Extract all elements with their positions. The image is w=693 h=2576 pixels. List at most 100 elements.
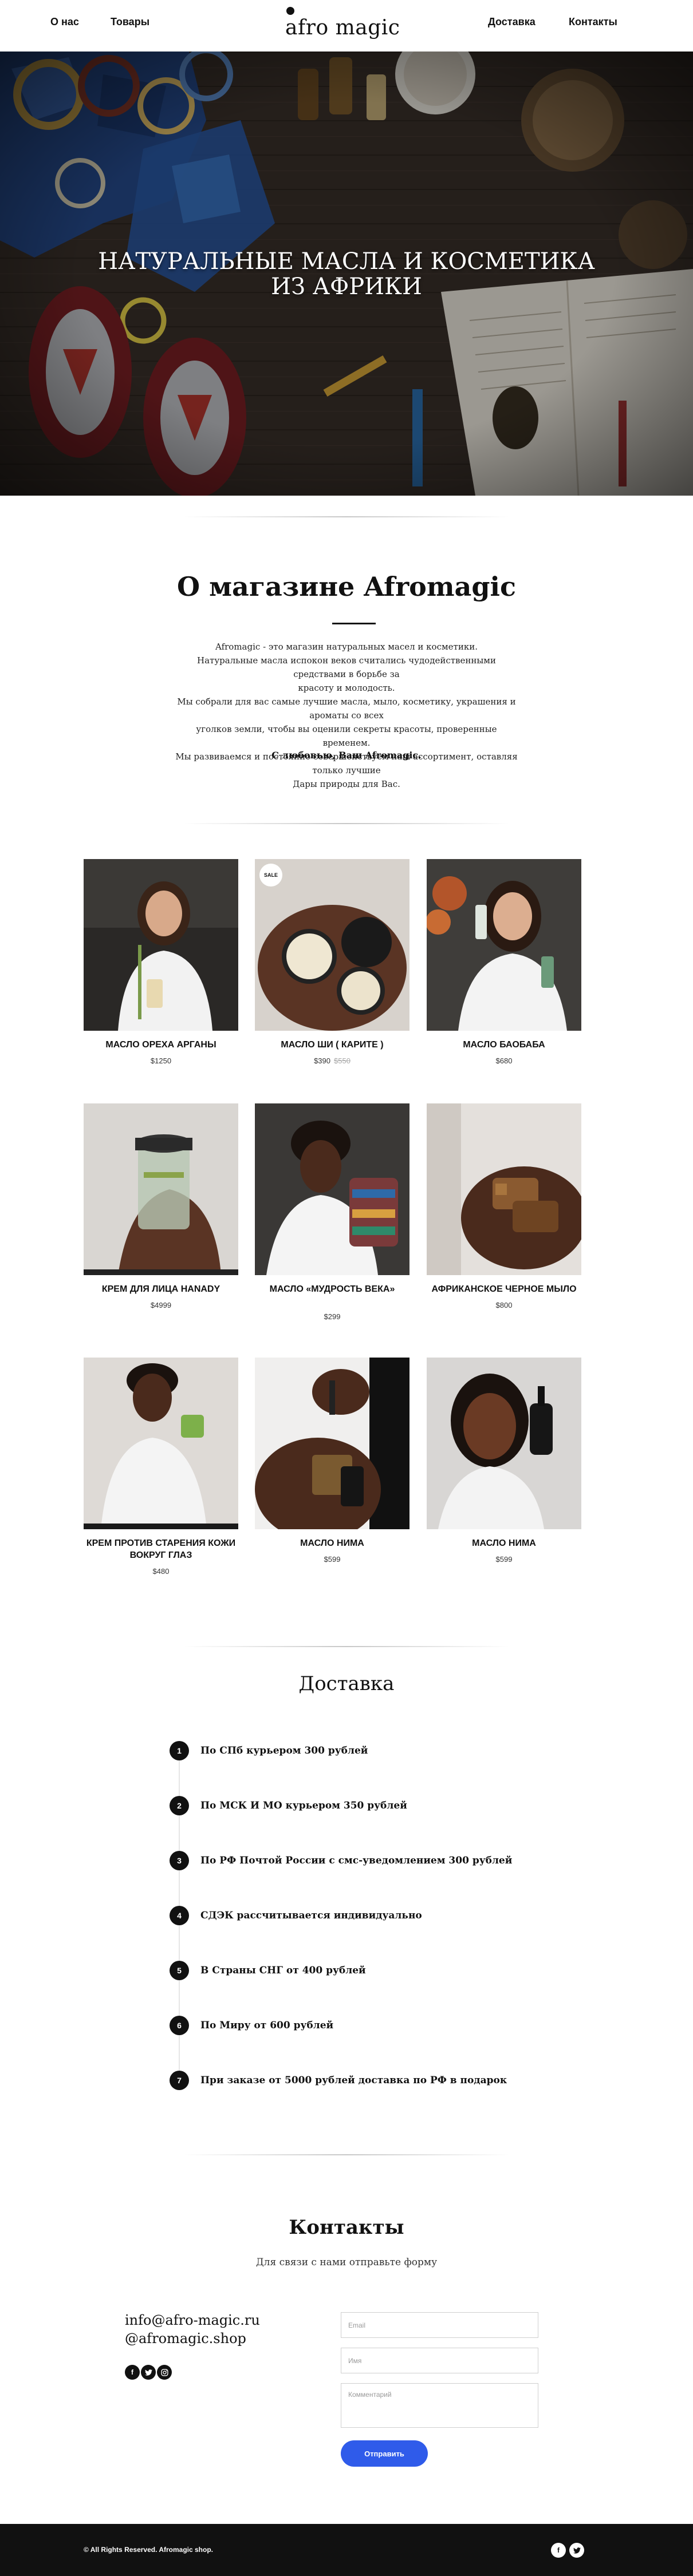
email-field[interactable] — [341, 2312, 538, 2338]
price-current: $299 — [324, 1312, 341, 1321]
step-text: В Страны СНГ от 400 рублей — [200, 1965, 366, 1976]
product-name[interactable]: МАСЛО ШИ ( КАРИТЕ ) — [255, 1039, 410, 1051]
product-price: $4999 — [84, 1301, 238, 1309]
step-number: 3 — [170, 1851, 189, 1870]
price-current: $680 — [495, 1056, 513, 1065]
contact-instagram[interactable]: @afromagic.shop — [125, 2330, 246, 2347]
step-number: 5 — [170, 1961, 189, 1980]
step-text: По СПб курьером 300 рублей — [200, 1745, 368, 1756]
product-card[interactable]: МАСЛО НИМА $599 — [255, 1358, 410, 1564]
section-divider — [183, 516, 510, 517]
product-name[interactable]: МАСЛО ОРЕХА АРГАНЫ — [84, 1039, 238, 1051]
product-card[interactable]: АФРИКАНСКОЕ ЧЕРНОЕ МЫЛО $800 — [427, 1103, 581, 1309]
comment-field[interactable] — [341, 2383, 538, 2428]
instagram-icon[interactable] — [157, 2365, 172, 2380]
product-image[interactable] — [84, 1358, 238, 1529]
product-image[interactable] — [84, 1103, 238, 1275]
product-card[interactable]: SALE МАСЛО ШИ ( КАРИТЕ ) $390 $550 — [255, 859, 410, 1065]
price-current: $480 — [152, 1567, 170, 1576]
product-name[interactable]: КРЕМ ДЛЯ ЛИЦА HANADY — [84, 1283, 238, 1295]
step-number: 4 — [170, 1906, 189, 1925]
about-title: О магазине Afromagic — [177, 571, 516, 602]
product-price: $1250 — [84, 1056, 238, 1065]
contacts-title: Контакты — [289, 2216, 404, 2239]
about-text: Afromagic - это магазин натуральных масе… — [172, 640, 521, 791]
product-card[interactable]: МАСЛО НИМА $599 — [427, 1358, 581, 1564]
contacts-subtitle: Для связи с нами отправьте форму — [255, 2257, 438, 2268]
product-image[interactable] — [255, 1103, 410, 1275]
product-name[interactable]: МАСЛО БАОБАБА — [427, 1039, 581, 1051]
twitter-icon[interactable] — [141, 2365, 156, 2380]
hero-title-line1: НАТУРАЛЬНЫЕ МАСЛА И КОСМЕТИКА — [98, 248, 595, 275]
product-card[interactable]: КРЕМ ДЛЯ ЛИЦА HANADY $4999 — [84, 1103, 238, 1309]
price-old: $550 — [334, 1056, 351, 1065]
nav-link-about[interactable]: О нас — [50, 16, 79, 28]
price-current: $4999 — [150, 1301, 172, 1309]
product-name[interactable]: МАСЛО НИМА — [427, 1537, 581, 1549]
step-number: 7 — [170, 2071, 189, 2090]
about-line: Натуральные масла испокон веков считалис… — [197, 655, 496, 679]
nav-link-delivery[interactable]: Доставка — [488, 16, 536, 28]
nav-link-products[interactable]: Товары — [111, 16, 149, 28]
logo-dot-icon — [286, 7, 294, 15]
logo-text: afro magic — [285, 16, 400, 39]
product-price: $680 — [427, 1056, 581, 1065]
product-image[interactable] — [427, 1358, 581, 1529]
contact-email[interactable]: info@afro-magic.ru — [125, 2312, 260, 2328]
submit-button[interactable]: Отправить — [341, 2440, 428, 2467]
product-name[interactable]: МАСЛО НИМА — [255, 1537, 410, 1549]
price-current: $599 — [495, 1555, 513, 1564]
hero-title: НАТУРАЛЬНЫЕ МАСЛА И КОСМЕТИКА ИЗ АФРИКИ — [0, 249, 693, 299]
site-footer: © All Rights Reserved. Afromagic shop. f — [0, 2524, 693, 2576]
price-current: $599 — [324, 1555, 341, 1564]
nav-link-contacts[interactable]: Контакты — [569, 16, 617, 28]
product-card[interactable]: МАСЛО БАОБАБА $680 — [427, 859, 581, 1065]
product-image[interactable] — [84, 859, 238, 1031]
section-divider — [183, 2154, 510, 2155]
about-line: красоту и молодость. — [298, 683, 395, 693]
product-image[interactable] — [427, 859, 581, 1031]
product-image[interactable] — [427, 1103, 581, 1275]
delivery-title: Доставка — [298, 1672, 395, 1695]
step-text: При заказе от 5000 рублей доставка по РФ… — [200, 2075, 507, 2086]
product-name[interactable]: КРЕМ ПРОТИВ СТАРЕНИЯ КОЖИ ВОКРУГ ГЛАЗ — [84, 1537, 238, 1561]
step-text: По Миру от 600 рублей — [200, 2020, 334, 2031]
product-name[interactable]: МАСЛО «МУДРОСТЬ ВЕКА» — [255, 1283, 410, 1295]
product-image[interactable] — [255, 1358, 410, 1529]
product-price: $390 $550 — [255, 1056, 410, 1065]
section-divider — [183, 823, 510, 824]
step-number: 6 — [170, 2016, 189, 2035]
product-price: $299 — [255, 1312, 410, 1321]
about-line: Дары природы для Вас. — [293, 779, 400, 789]
about-line: Мы собрали для вас самые лучшие масла, м… — [177, 697, 516, 721]
site-header: О нас Товары afro magic Доставка Контакт… — [0, 0, 693, 52]
step-number: 2 — [170, 1796, 189, 1815]
about-line: Afromagic - это магазин натуральных масе… — [215, 642, 478, 652]
price-current: $1250 — [150, 1056, 172, 1065]
product-price: $599 — [255, 1555, 410, 1564]
product-price: $599 — [427, 1555, 581, 1564]
about-line: уголков земли, чтобы вы оценили секреты … — [196, 724, 497, 748]
step-number: 1 — [170, 1741, 189, 1760]
section-divider — [183, 1646, 510, 1647]
product-price: $800 — [427, 1301, 581, 1309]
step-text: По РФ Почтой России с смс-уведомлением 3… — [200, 1855, 513, 1866]
about-title-underline — [332, 623, 376, 624]
hero-title-line2: ИЗ АФРИКИ — [271, 274, 422, 300]
twitter-icon[interactable] — [569, 2543, 584, 2558]
product-card[interactable]: МАСЛО ОРЕХА АРГАНЫ $1250 — [84, 859, 238, 1065]
site-logo[interactable]: afro magic — [285, 7, 400, 41]
price-current: $390 — [314, 1056, 330, 1065]
product-name[interactable]: АФРИКАНСКОЕ ЧЕРНОЕ МЫЛО — [427, 1283, 581, 1295]
step-text: СДЭК рассчитывается индивидуально — [200, 1910, 422, 1921]
hero-banner: НАТУРАЛЬНЫЕ МАСЛА И КОСМЕТИКА ИЗ АФРИКИ — [0, 52, 693, 496]
step-text: По МСК И МО курьером 350 рублей — [200, 1800, 407, 1811]
sale-badge: SALE — [259, 864, 282, 887]
product-image[interactable]: SALE — [255, 859, 410, 1031]
product-card[interactable]: КРЕМ ПРОТИВ СТАРЕНИЯ КОЖИ ВОКРУГ ГЛАЗ $4… — [84, 1358, 238, 1576]
facebook-icon[interactable]: f — [551, 2543, 566, 2558]
product-card[interactable]: МАСЛО «МУДРОСТЬ ВЕКА» $299 — [255, 1103, 410, 1321]
name-field[interactable] — [341, 2348, 538, 2373]
facebook-icon[interactable]: f — [125, 2365, 140, 2380]
product-price: $480 — [84, 1567, 238, 1576]
